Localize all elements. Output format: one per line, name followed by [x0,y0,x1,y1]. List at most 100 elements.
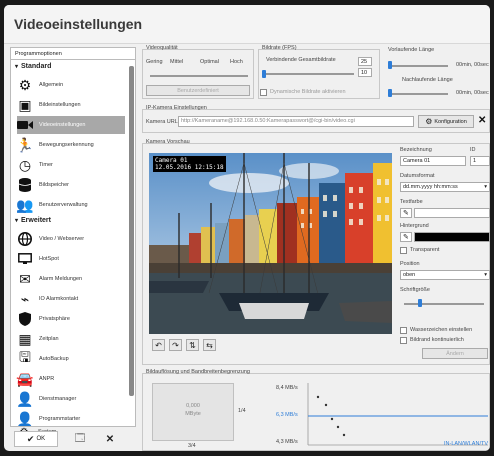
dynamic-framerate-checkbox[interactable] [260,89,267,96]
sidebar-item-label: Timer [39,162,53,168]
sidebar-item-bildspeicher[interactable]: Bildspeicher [17,176,125,194]
postrecord-slider[interactable] [388,93,448,95]
change-button[interactable]: Ändern [422,348,488,359]
image-icon: ▣ [18,96,32,113]
sidebar-item-programmstarter[interactable]: 👤 Programmstarter [16,410,125,427]
camera-url-input[interactable]: http://Kameraname@192.168.0.50:Kamerapas… [178,116,414,127]
floppy-icon: 🖫 [19,349,31,365]
sidebar-item-label: Benutzerverwaltung [39,202,88,208]
overlay-datetime: 12.05.2016 12:15:18 [155,164,224,171]
clock-icon: ◷ [18,156,32,173]
transparent-label: Transparent [410,247,440,253]
rotate-right-icon[interactable]: ↷ [169,339,182,351]
sidebar-item-label: Bewegungserkennung [39,142,94,148]
sidebar-item-zeitplan[interactable]: ▦ Zeitplan [17,330,125,348]
sidebar-item-video-webserver[interactable]: Video / Webserver [17,230,125,248]
background-color-swatch[interactable] [414,232,490,242]
timestamp-overlay: Camera 01 12.05.2016 12:15:18 [153,156,226,172]
sidebar-scrollbar[interactable] [129,66,134,396]
settings-window: Videoeinstellungen Programmoptionen ▾ Sta… [4,5,490,451]
configure-button[interactable]: ⚙ Konfiguration [418,115,474,128]
position-select[interactable]: oben ▾ [400,270,490,280]
sidebar-item-label: Bildspeicher [39,182,69,188]
sidebar-item-videoeinstellungen[interactable]: Videoeinstellungen [17,116,125,134]
quality-option-mittel[interactable]: Mittel [170,59,183,65]
prerecord-title: Vorlaufende Länge [388,47,435,53]
name-label: Bezeichnung [400,147,432,153]
save-icon[interactable]: 🗔 [72,432,88,446]
sidebar-item-label: Videoeinstellungen [39,122,86,128]
check-icon: ✔ [26,433,35,444]
monitor-icon [17,251,33,267]
border-checkbox[interactable] [400,337,407,344]
car-icon: 🚘 [16,370,34,387]
date-format-label: Datumsformat [400,173,435,179]
flip-icon[interactable]: ⇅ [186,339,199,351]
prerecord-slider[interactable] [388,65,448,67]
shield-icon [17,311,33,327]
bandwidth-label-bottom: 4,3 MB/s [276,439,298,445]
sidebar-header: Programmoptionen [10,47,136,59]
camera-icon [17,117,33,133]
framerate-value[interactable]: 25 [358,57,372,66]
group-standard[interactable]: ▾ Standard [15,63,51,70]
bandwidth-label-top: 8,4 MB/s [276,385,298,391]
sidebar-list: ▾ Standard ⚙ Allgemein ▣ Bildeinstellungen … [10,59,136,427]
quality-option-optimal[interactable]: Optimal [200,59,219,65]
mail-icon: ✉ [19,270,31,287]
quality-slider[interactable] [150,75,248,77]
font-size-slider[interactable] [404,303,484,305]
prerecord-value: 00min, 00sec [456,62,489,68]
plug-icon: ⌁ [20,290,30,307]
postrecord-knob[interactable] [388,89,392,97]
sidebar-item-bewegungserkennung[interactable]: 🏃 Bewegungserkennung [16,136,125,154]
sidebar-item-benutzerverwaltung[interactable]: 👥 Benutzerverwaltung [16,196,125,214]
user-gear-icon: 👤 [16,390,34,407]
custom-quality-button[interactable]: Benutzerdefiniert [146,85,250,96]
running-man-icon: 🏃 [16,136,34,153]
sidebar-item-label: AutoBackup [39,356,69,362]
prerecord-knob[interactable] [388,61,392,69]
video-quality-title: Videoqualität [146,45,178,51]
date-format-select[interactable]: dd.mm.yyyy hh:mm:ss ▾ [400,182,490,192]
text-color-swatch[interactable] [414,208,490,218]
close-icon[interactable]: ✕ [102,432,118,446]
sidebar-item-label: Zeitplan [39,336,59,342]
group-erweitert[interactable]: ▾ Erweitert [15,217,51,224]
network-link[interactable]: IN-LAN/WLAN/TV [444,441,488,447]
background-color-picker-icon[interactable]: ✎ [400,232,412,242]
camera-url-label: Kamera URL [146,119,178,125]
watermark-checkbox[interactable] [400,327,407,334]
sidebar-item-anpr[interactable]: 🚘 ANPR [16,370,125,388]
close-icon[interactable]: ✕ [478,115,486,126]
sidebar-item-privatsphaere[interactable]: Privatsphäre [17,310,125,328]
font-size-knob[interactable] [418,299,422,307]
sidebar-item-label: Dienstmanager [39,396,77,402]
text-color-picker-icon[interactable]: ✎ [400,208,412,218]
framerate-knob[interactable] [262,70,266,78]
transparent-checkbox[interactable] [400,247,407,254]
sidebar-item-dienstmanager[interactable]: 👤 Dienstmanager [16,390,125,408]
mirror-icon[interactable]: ⇆ [203,339,216,351]
quality-option-gering[interactable]: Gering [146,59,163,65]
sidebar-item-alarm-meldungen[interactable]: ✉ Alarm Meldungen [17,270,125,288]
calendar-icon: ▦ [18,330,32,347]
framerate-title: Bildrate (FPS) [262,45,297,51]
rotate-left-icon[interactable]: ↶ [152,339,165,351]
ratio-bottom-label: 3/4 [188,443,196,449]
sidebar-item-io-alarmkontakt[interactable]: ⌁ IO Alarmkontakt [17,290,125,308]
sidebar-item-hotspot[interactable]: HotSpot [17,250,125,268]
framerate-value-2[interactable]: 10 [358,68,372,77]
sidebar-item-autobackup[interactable]: 🖫 AutoBackup [17,349,125,368]
ok-button[interactable]: ✔ OK [14,431,58,447]
sidebar-item-bildeinstellungen[interactable]: ▣ Bildeinstellungen [17,96,125,114]
id-input[interactable]: 1 [470,156,490,166]
sidebar-item-allgemein[interactable]: ⚙ Allgemein [17,76,125,94]
quality-option-hoch[interactable]: Hoch [230,59,243,65]
collapse-icon: ▾ [15,64,19,70]
name-input[interactable]: Camera 01 [400,156,466,166]
font-size-label: Schriftgröße [400,287,430,293]
chevron-down-icon: ▾ [484,272,487,278]
sidebar-item-timer[interactable]: ◷ Timer [17,156,125,174]
framerate-slider[interactable] [264,73,354,75]
